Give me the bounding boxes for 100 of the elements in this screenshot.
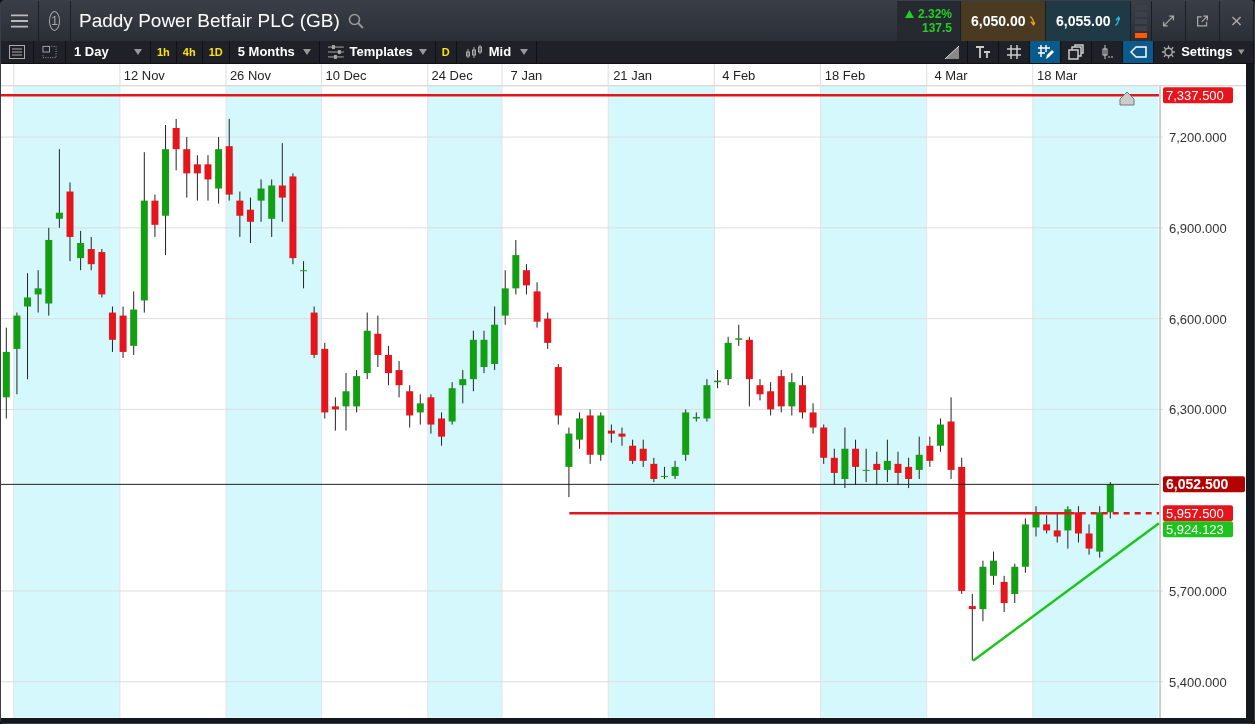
- caret-icon: [134, 49, 142, 55]
- candlestick: [905, 457, 913, 489]
- interval-button[interactable]: 1h: [151, 41, 177, 63]
- candlestick: [650, 457, 658, 483]
- area-chart-icon: [943, 44, 961, 60]
- candlestick: [565, 427, 573, 498]
- candlestick: [522, 263, 530, 295]
- mode-button[interactable]: D: [435, 41, 457, 63]
- candlestick: [300, 260, 308, 289]
- candlestick: [480, 330, 488, 374]
- date-label: 24 Dec: [431, 68, 473, 84]
- list-icon[interactable]: [9, 45, 25, 59]
- candlestick: [1032, 505, 1040, 537]
- candlestick: [618, 427, 626, 447]
- candlestick: [968, 593, 976, 662]
- date-label: 18 Feb: [824, 68, 866, 84]
- candlestick: [682, 408, 690, 462]
- candlestick: [268, 178, 276, 238]
- tool-button[interactable]: [1030, 41, 1061, 63]
- candlestick: [629, 439, 637, 465]
- candlestick: [427, 393, 435, 435]
- candlestick: [894, 451, 902, 486]
- date-label: 10 Dec: [325, 68, 367, 84]
- candlestick: [692, 411, 700, 422]
- candlestick: [660, 466, 668, 480]
- candlestick: [193, 154, 201, 202]
- candlestick: [204, 154, 212, 202]
- candlestick: [788, 372, 796, 416]
- settings-dropdown[interactable]: Settings: [1154, 41, 1254, 63]
- date-label: 4 Mar: [934, 68, 968, 84]
- price-axis-label: 5,400.000: [1169, 674, 1227, 690]
- candlestick: [1021, 517, 1029, 574]
- grid-select-icon[interactable]: [42, 45, 57, 59]
- change-percent: 2.32%: [917, 7, 952, 21]
- interval-button[interactable]: 1D: [202, 41, 230, 63]
- candlestick: [862, 448, 870, 483]
- candlestick: [416, 393, 424, 426]
- buy-price-button[interactable]: 6,055.00: [1046, 1, 1131, 41]
- candlestick: [979, 560, 987, 622]
- search-icon[interactable]: [347, 13, 364, 29]
- candlestick: [310, 306, 318, 359]
- price-axis-label: 5,700.000: [1169, 583, 1227, 599]
- candlestick: [703, 378, 711, 422]
- templates-dropdown[interactable]: Templates: [319, 41, 436, 63]
- candlestick: [554, 363, 562, 426]
- popout-icon[interactable]: [1196, 13, 1209, 29]
- candlestick: [724, 336, 732, 386]
- candlestick: [87, 236, 95, 271]
- up-triangle-icon: [904, 10, 914, 18]
- candles-icon: [464, 45, 483, 59]
- candlestick: [926, 436, 934, 468]
- price-type-dropdown[interactable]: Mid: [456, 41, 537, 63]
- date-label: 21 Jan: [613, 68, 653, 84]
- candlestick: [544, 312, 552, 350]
- candlestick: [438, 411, 446, 447]
- interval-dropdown[interactable]: 1 Day: [66, 41, 151, 63]
- candlestick: [915, 436, 923, 480]
- candlestick: [735, 324, 743, 347]
- candlestick: [34, 269, 42, 314]
- candlestick: [597, 411, 605, 462]
- candlestick: [1064, 505, 1072, 550]
- trend-line[interactable]: [972, 522, 1160, 662]
- grid-pencil-icon: [1036, 44, 1054, 60]
- text-size-icon: [974, 44, 992, 60]
- instrument-title: Paddy Power Betfair PLC (GB): [78, 8, 340, 33]
- candlestick: [130, 290, 138, 356]
- grid-icon: [1005, 44, 1023, 60]
- price-axis-label: 7,200.000: [1169, 130, 1227, 146]
- candlestick: [172, 118, 180, 171]
- price-axis-label: 6,300.000: [1169, 402, 1227, 418]
- price-tag: 7,337.500: [1163, 87, 1233, 104]
- candlestick: [820, 424, 828, 465]
- expand-icon[interactable]: [1162, 13, 1175, 29]
- candlestick: [1074, 505, 1082, 544]
- support-line[interactable]: [569, 511, 1069, 515]
- date-label: 4 Feb: [722, 68, 756, 84]
- candlestick: [1043, 514, 1051, 534]
- candlestick: [873, 451, 881, 486]
- candlestick: [714, 369, 722, 389]
- candlestick: [607, 424, 615, 444]
- sell-price-button[interactable]: 6,050.00: [961, 1, 1046, 41]
- candlestick: [936, 418, 944, 453]
- candlestick: [257, 178, 265, 223]
- candlestick: [98, 248, 106, 298]
- candlestick: [363, 312, 371, 380]
- price-axis-label: 6,900.000: [1169, 220, 1227, 236]
- interval-button[interactable]: 4h: [176, 41, 203, 63]
- candlestick: [586, 408, 594, 465]
- range-dropdown[interactable]: 5 Months: [229, 41, 320, 63]
- change-points: 137.5: [921, 21, 952, 35]
- marker-icon[interactable]: [1119, 91, 1135, 106]
- candlestick: [533, 281, 541, 329]
- sliders-icon: [327, 45, 344, 59]
- candlestick: [1011, 563, 1019, 604]
- caret-icon: [418, 49, 427, 55]
- candlestick: [1106, 481, 1114, 519]
- tool-button[interactable]: [1123, 41, 1154, 63]
- caret-icon: [1238, 49, 1245, 55]
- candlestick: [353, 369, 361, 413]
- candlestick: [395, 360, 403, 398]
